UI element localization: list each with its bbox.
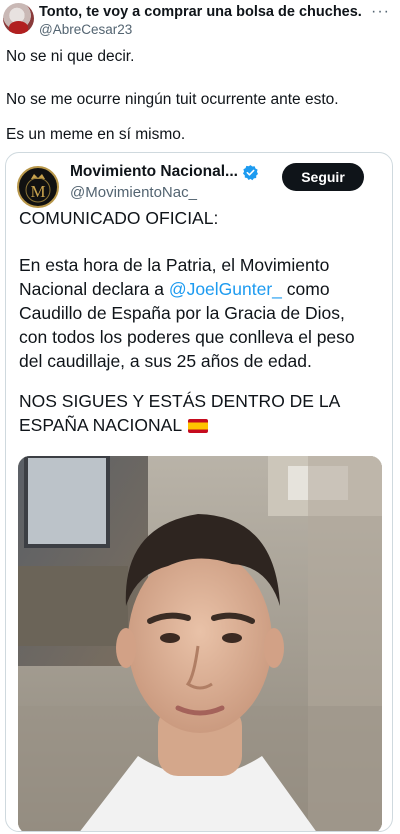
verified-badge-icon bbox=[242, 165, 259, 181]
quoted-author-handle[interactable]: @MovimientoNac_ bbox=[70, 184, 197, 201]
photo-illustration bbox=[18, 456, 382, 831]
quoted-text: Nacional declara a bbox=[19, 279, 169, 299]
quoted-author-name[interactable]: Movimiento Nacional... bbox=[70, 163, 238, 181]
tweet-header: Tonto, te voy a comprar una bolsa de chu… bbox=[0, 0, 400, 44]
quoted-text: ESPAÑA NACIONAL bbox=[19, 415, 182, 435]
author-name[interactable]: Tonto, te voy a comprar una bolsa de chu… bbox=[39, 4, 362, 20]
tweet-text-line: Es un meme en sí mismo. bbox=[6, 126, 186, 143]
quoted-line: ESPAÑA NACIONAL bbox=[19, 413, 340, 437]
more-horizontal-icon[interactable]: ··· bbox=[371, 3, 390, 21]
quoted-text: como bbox=[281, 279, 330, 299]
quoted-line: con todos los poderes que conlleva el pe… bbox=[19, 327, 355, 347]
tweet-text-line: No se ni que decir. bbox=[6, 48, 135, 65]
quoted-line: NOS SIGUES Y ESTÁS DENTRO DE LA bbox=[19, 391, 341, 411]
quoted-avatar-letter: M bbox=[30, 182, 45, 201]
quoted-line: En esta hora de la Patria, el Movimiento bbox=[19, 255, 330, 275]
author-avatar[interactable] bbox=[3, 3, 34, 34]
spain-flag-icon bbox=[188, 419, 209, 433]
quoted-avatar[interactable]: M bbox=[17, 166, 59, 208]
quoted-line: Caudillo de España por la Gracia de Dios… bbox=[19, 303, 345, 323]
quoted-paragraph-1: En esta hora de la Patria, el Movimiento… bbox=[19, 253, 355, 373]
quoted-line: Nacional declara a @JoelGunter_ como bbox=[19, 277, 355, 301]
quoted-line: del caudillaje, a sus 25 años de edad. bbox=[19, 351, 312, 371]
author-handle[interactable]: @AbreCesar23 bbox=[39, 22, 132, 37]
follow-button[interactable]: Seguir bbox=[282, 163, 364, 191]
mention-link[interactable]: @JoelGunter_ bbox=[169, 279, 282, 299]
quoted-paragraph-2: NOS SIGUES Y ESTÁS DENTRO DE LA ESPAÑA N… bbox=[19, 389, 340, 437]
quoted-heading: COMUNICADO OFICIAL: bbox=[19, 208, 219, 228]
quoted-photo[interactable] bbox=[18, 456, 382, 831]
quoted-tweet[interactable]: M Movimiento Nacional... @MovimientoNac_… bbox=[5, 152, 393, 832]
tweet-text-line: No se me ocurre ningún tuit ocurrente an… bbox=[6, 91, 339, 108]
